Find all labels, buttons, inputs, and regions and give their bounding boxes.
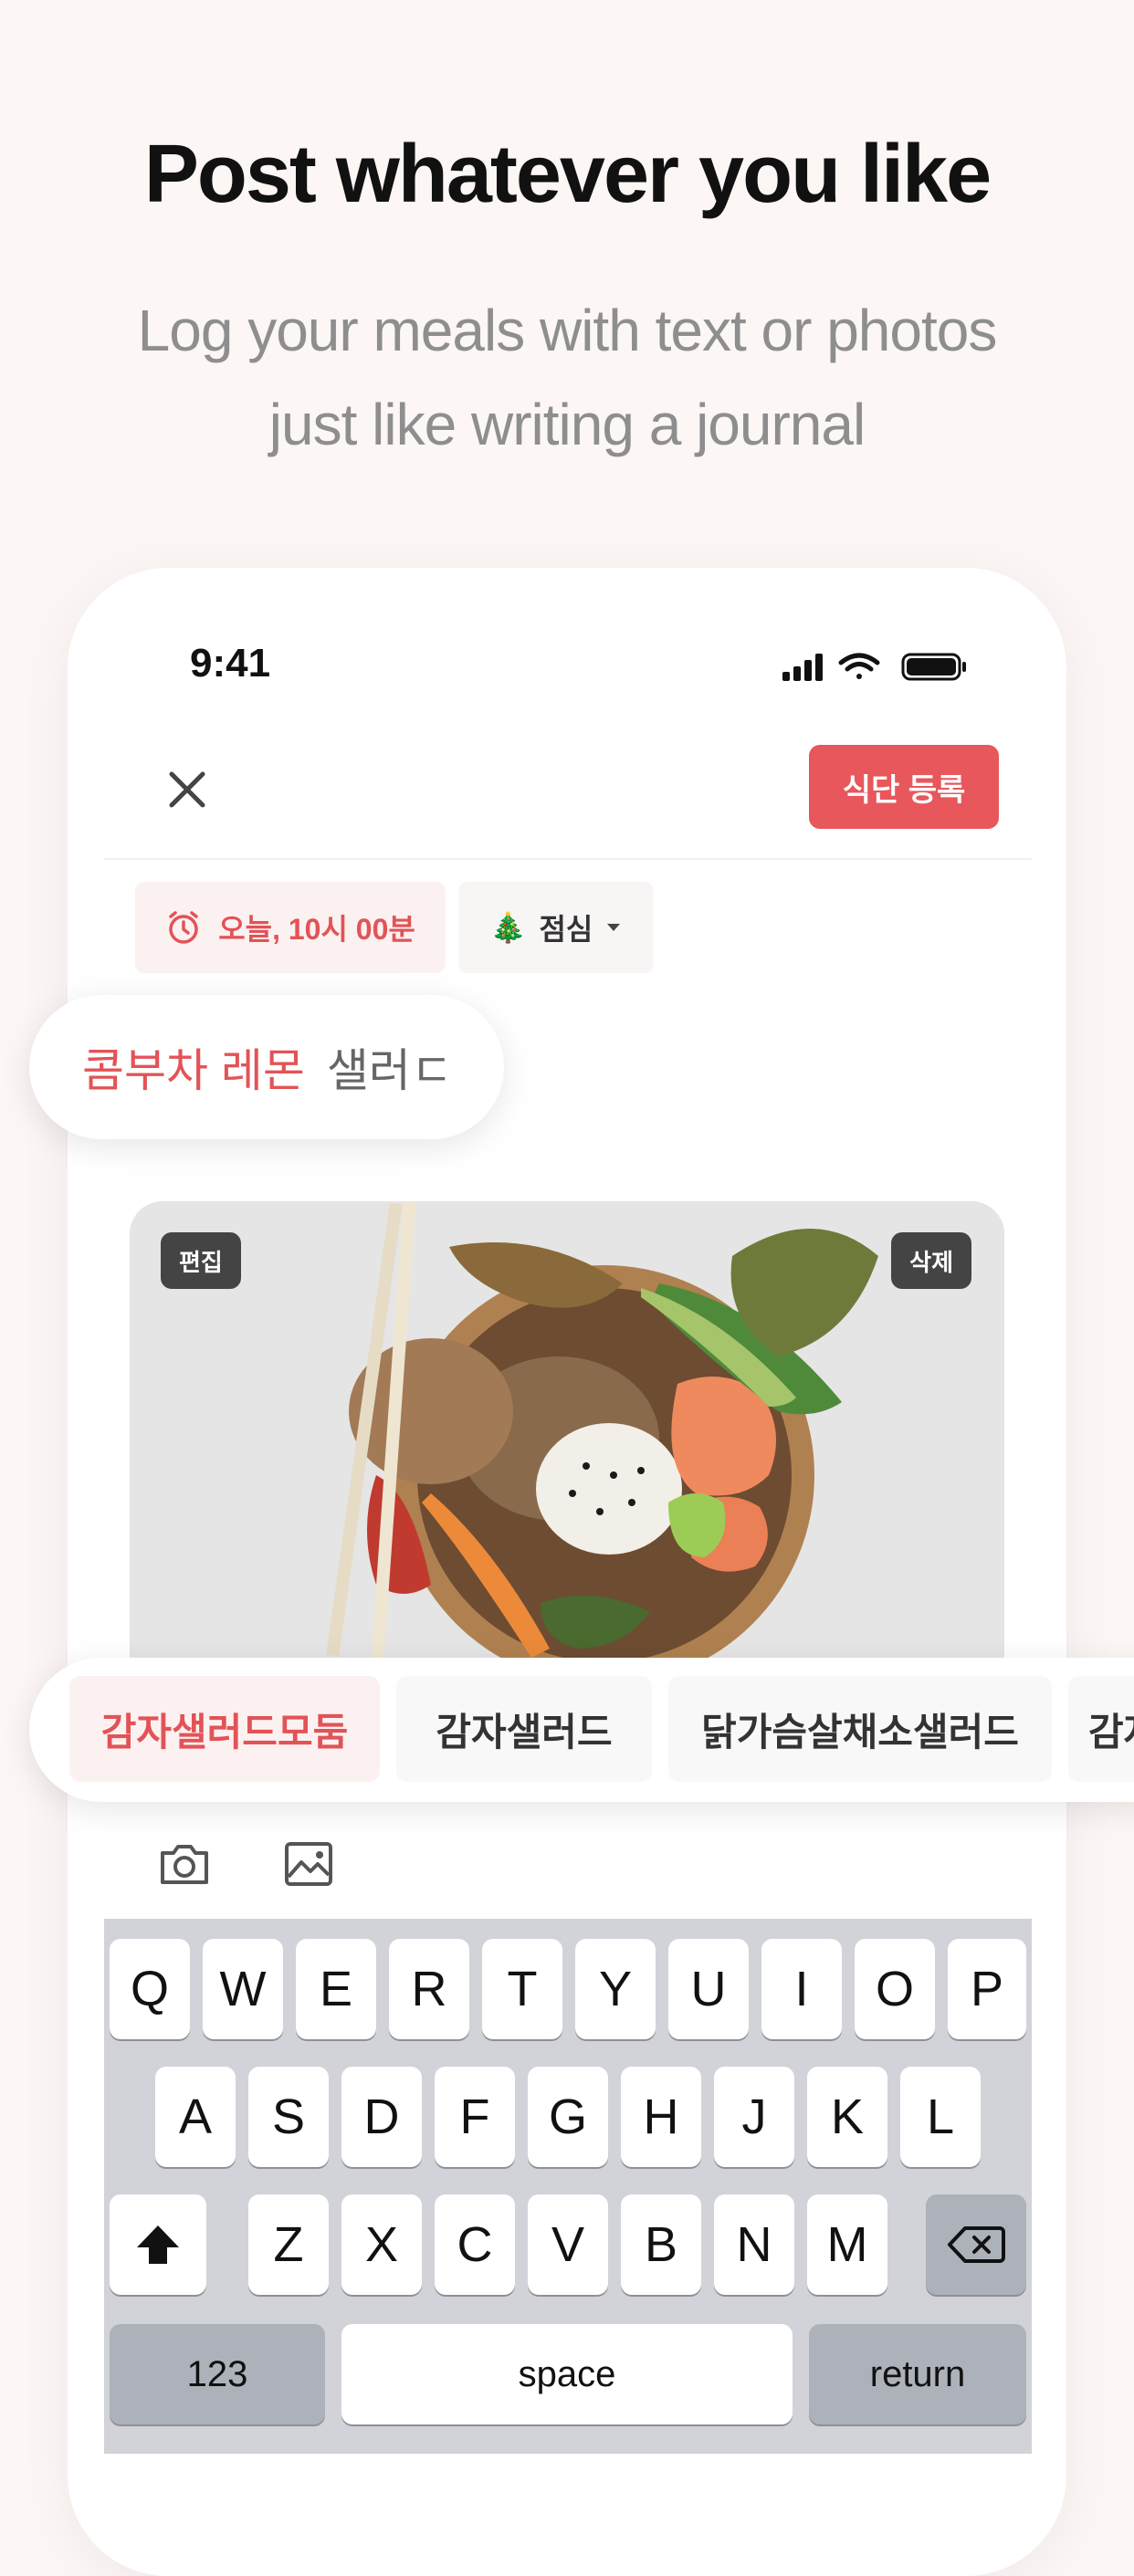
- key-c[interactable]: C: [435, 2194, 515, 2295]
- time-chip[interactable]: 오늘, 10시 00분: [135, 882, 446, 973]
- key-q[interactable]: Q: [110, 1939, 190, 2039]
- key-k[interactable]: K: [807, 2067, 887, 2167]
- title-typed-text: 콤부차 레몬: [82, 1045, 305, 1096]
- meal-type-dropdown[interactable]: 🎄 점심: [458, 882, 654, 973]
- time-label: 오늘, 10시 00분: [218, 913, 415, 946]
- key-h[interactable]: H: [621, 2067, 701, 2167]
- suggestion-chip[interactable]: 감자: [1068, 1676, 1134, 1782]
- key-j[interactable]: J: [714, 2067, 794, 2167]
- title-input[interactable]: 콤부차 레몬 샐러ㄷ: [29, 995, 504, 1139]
- key-b[interactable]: B: [621, 2194, 701, 2295]
- key-r[interactable]: R: [389, 1939, 469, 2039]
- key-i[interactable]: I: [761, 1939, 842, 2039]
- alarm-clock-icon: [169, 911, 198, 944]
- caret-down-icon: [607, 924, 621, 931]
- tree-icon: 🎄: [489, 911, 527, 944]
- shift-arrow-icon: [137, 2225, 179, 2264]
- key-e[interactable]: E: [296, 1939, 376, 2039]
- meal-type-label: 점심: [539, 913, 593, 946]
- marketing-headline: Post whatever you like: [143, 129, 992, 220]
- status-icons: [782, 653, 966, 681]
- key-m[interactable]: M: [807, 2194, 887, 2295]
- marketing-subline-1: Log your meals with text or photos: [137, 298, 998, 363]
- key-f[interactable]: F: [435, 2067, 515, 2167]
- return-key[interactable]: return: [809, 2324, 1026, 2424]
- suggestion-bar: 감자샐러드모둠 감자샐러드 닭가슴살채소샐러드 감자: [29, 1658, 1134, 1802]
- camera-icon[interactable]: [155, 1835, 214, 1893]
- image-gallery-icon[interactable]: [279, 1835, 338, 1893]
- suggestion-chip[interactable]: 감자샐러드: [396, 1676, 652, 1782]
- key-s[interactable]: S: [248, 2067, 329, 2167]
- edit-photo-button[interactable]: 편집: [161, 1232, 241, 1289]
- battery-icon: [901, 653, 966, 681]
- key-d[interactable]: D: [341, 2067, 422, 2167]
- close-button[interactable]: [155, 758, 219, 822]
- key-t[interactable]: T: [482, 1939, 562, 2039]
- header-divider: [104, 858, 1032, 860]
- poke-bowl-image: [130, 1201, 1004, 1658]
- key-a[interactable]: A: [155, 2067, 236, 2167]
- submit-meal-button[interactable]: 식단 등록: [809, 745, 999, 829]
- key-g[interactable]: G: [528, 2067, 608, 2167]
- suggestion-chip[interactable]: 감자샐러드모둠: [69, 1676, 380, 1782]
- key-u[interactable]: U: [668, 1939, 749, 2039]
- meal-photo: 편집 삭제: [130, 1201, 1004, 1658]
- key-w[interactable]: W: [203, 1939, 283, 2039]
- key-y[interactable]: Y: [575, 1939, 656, 2039]
- backspace-key[interactable]: [926, 2194, 1026, 2295]
- space-key[interactable]: space: [341, 2324, 793, 2424]
- title-composing-text: 샐러ㄷ: [326, 1045, 453, 1096]
- key-l[interactable]: L: [900, 2067, 981, 2167]
- backspace-icon: [948, 2226, 1005, 2263]
- key-x[interactable]: X: [341, 2194, 422, 2295]
- delete-photo-button[interactable]: 삭제: [891, 1232, 971, 1289]
- key-n[interactable]: N: [714, 2194, 794, 2295]
- suggestion-chip[interactable]: 닭가슴살채소샐러드: [668, 1676, 1052, 1782]
- key-z[interactable]: Z: [248, 2194, 329, 2295]
- key-v[interactable]: V: [528, 2194, 608, 2295]
- wifi-icon: [838, 653, 880, 679]
- numbers-key[interactable]: 123: [110, 2324, 325, 2424]
- status-time: 9:41: [190, 641, 271, 686]
- key-p[interactable]: P: [948, 1939, 1026, 2039]
- key-o[interactable]: O: [855, 1939, 935, 2039]
- close-icon: [169, 771, 205, 808]
- marketing-subline-2: just like writing a journal: [268, 392, 866, 457]
- cellular-signal-icon: [782, 654, 823, 681]
- shift-key[interactable]: [110, 2194, 206, 2295]
